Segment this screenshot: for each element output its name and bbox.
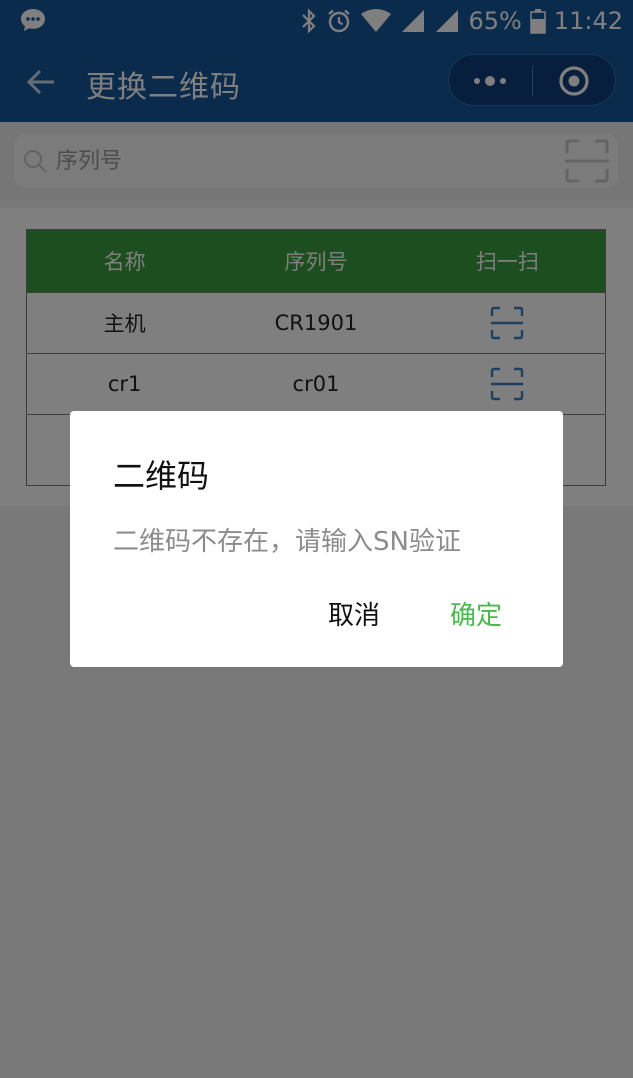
dialog-message: 二维码不存在，请输入SN验证: [113, 527, 461, 557]
cancel-button[interactable]: 取消: [328, 595, 380, 632]
confirm-button[interactable]: 确定: [450, 595, 502, 632]
dialog-title: 二维码: [113, 457, 210, 495]
qr-error-dialog: 二维码 二维码不存在，请输入SN验证 取消 确定: [70, 411, 563, 667]
